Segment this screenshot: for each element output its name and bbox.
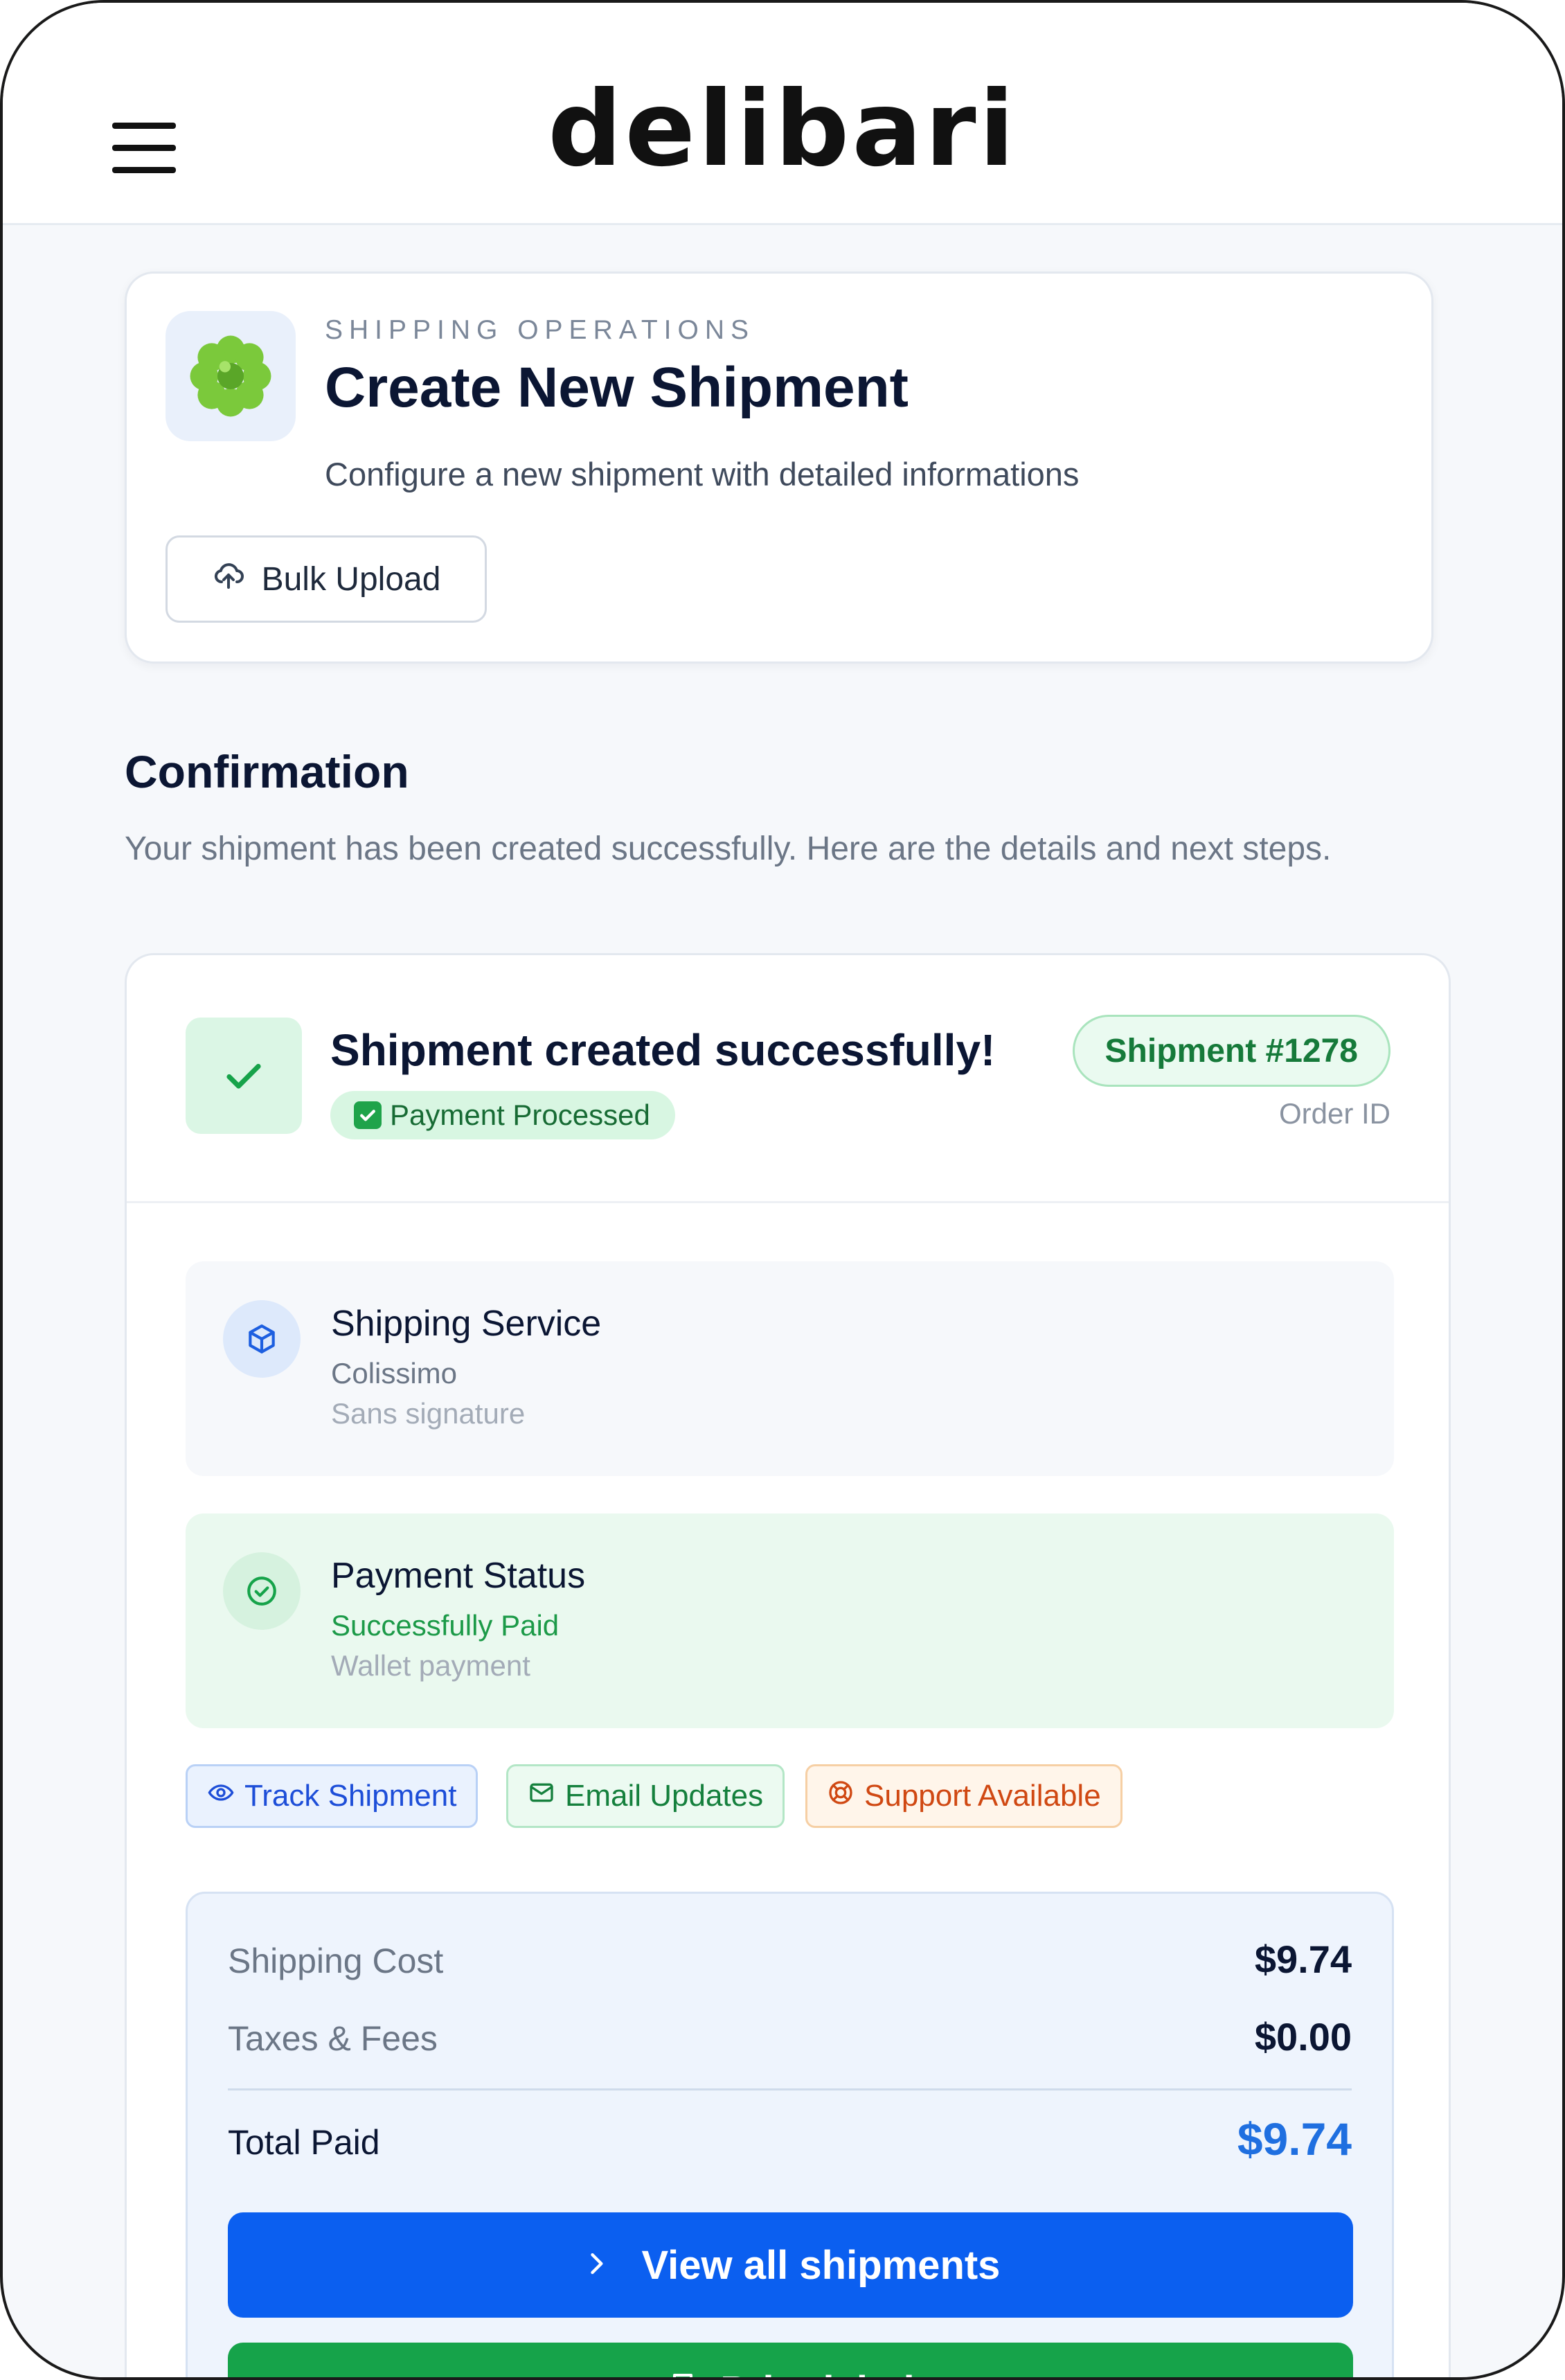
total-paid-value: $9.74 bbox=[1237, 2113, 1352, 2165]
shipment-number-badge: Shipment #1278 bbox=[1072, 1015, 1390, 1087]
support-available-chip[interactable]: Support Available bbox=[805, 1764, 1123, 1828]
print-label-label: Print label bbox=[720, 2368, 914, 2377]
confirmation-header: Shipment created successfully! Payment P… bbox=[127, 955, 1449, 1203]
taxes-fees-value: $0.00 bbox=[1254, 2015, 1352, 2059]
package-icon bbox=[223, 1300, 301, 1378]
confirmation-heading: Confirmation bbox=[125, 746, 409, 797]
confirmation-description: Your shipment has been created successfu… bbox=[125, 831, 1332, 867]
confirmation-card: Shipment created successfully! Payment P… bbox=[125, 953, 1451, 2377]
email-updates-chip[interactable]: Email Updates bbox=[506, 1764, 785, 1828]
payment-method: Wallet payment bbox=[331, 1649, 530, 1682]
summary-divider bbox=[228, 2088, 1352, 2090]
shipping-service-panel: Shipping Service Colissimo Sans signatur… bbox=[186, 1261, 1394, 1476]
order-id-label: Order ID bbox=[1278, 1097, 1390, 1130]
lifebuoy-icon bbox=[827, 1779, 855, 1814]
bulk-upload-button[interactable]: Bulk Upload bbox=[166, 535, 487, 623]
email-updates-label: Email Updates bbox=[565, 1779, 764, 1813]
shipping-service-title: Shipping Service bbox=[331, 1304, 602, 1344]
support-available-label: Support Available bbox=[864, 1779, 1101, 1813]
checkbox-check-icon bbox=[354, 1101, 382, 1129]
payment-status-value: Successfully Paid bbox=[331, 1609, 560, 1642]
page-subtitle: Configure a new shipment with detailed i… bbox=[325, 456, 1080, 492]
payment-summary-panel: Shipping Cost $9.74 Taxes & Fees $0.00 T… bbox=[186, 1892, 1394, 2377]
top-navigation-bar: delibari bbox=[3, 3, 1562, 225]
track-shipment-chip[interactable]: Track Shipment bbox=[186, 1764, 479, 1828]
bulk-upload-label: Bulk Upload bbox=[261, 560, 441, 598]
green-flower-icon bbox=[166, 311, 296, 441]
device-frame: delibari SHIPPING OPERATIONS Create New … bbox=[0, 0, 1565, 2380]
chevron-right-icon bbox=[581, 2242, 611, 2289]
view-all-shipments-label: View all shipments bbox=[641, 2242, 1001, 2288]
printer-icon bbox=[666, 2368, 699, 2377]
page-header-card: SHIPPING OPERATIONS Create New Shipment … bbox=[125, 272, 1433, 664]
page-title: Create New Shipment bbox=[325, 356, 909, 419]
view-all-shipments-button[interactable]: View all shipments bbox=[228, 2212, 1353, 2318]
taxes-fees-label: Taxes & Fees bbox=[228, 2019, 438, 2058]
success-check-icon bbox=[186, 1018, 302, 1134]
check-circle-icon bbox=[223, 1552, 301, 1630]
print-label-button[interactable]: Print label bbox=[228, 2343, 1353, 2377]
payment-status-title: Payment Status bbox=[331, 1556, 586, 1596]
shipping-cost-label: Shipping Cost bbox=[228, 1942, 444, 1980]
mail-icon bbox=[528, 1779, 555, 1814]
cloud-upload-icon bbox=[212, 558, 245, 600]
brand-logo[interactable]: delibari bbox=[3, 71, 1562, 188]
shipping-cost-value: $9.74 bbox=[1254, 1937, 1352, 1981]
total-paid-label: Total Paid bbox=[228, 2123, 380, 2162]
success-title: Shipment created successfully! bbox=[330, 1025, 996, 1075]
section-eyebrow: SHIPPING OPERATIONS bbox=[325, 315, 755, 345]
shipping-option: Sans signature bbox=[331, 1397, 526, 1430]
payment-status-panel: Payment Status Successfully Paid Wallet … bbox=[186, 1513, 1394, 1728]
payment-processed-badge: Payment Processed bbox=[330, 1091, 675, 1139]
track-shipment-label: Track Shipment bbox=[244, 1779, 457, 1813]
eye-icon bbox=[207, 1779, 235, 1814]
shipping-carrier: Colissimo bbox=[331, 1357, 458, 1389]
payment-processed-label: Payment Processed bbox=[390, 1099, 650, 1131]
